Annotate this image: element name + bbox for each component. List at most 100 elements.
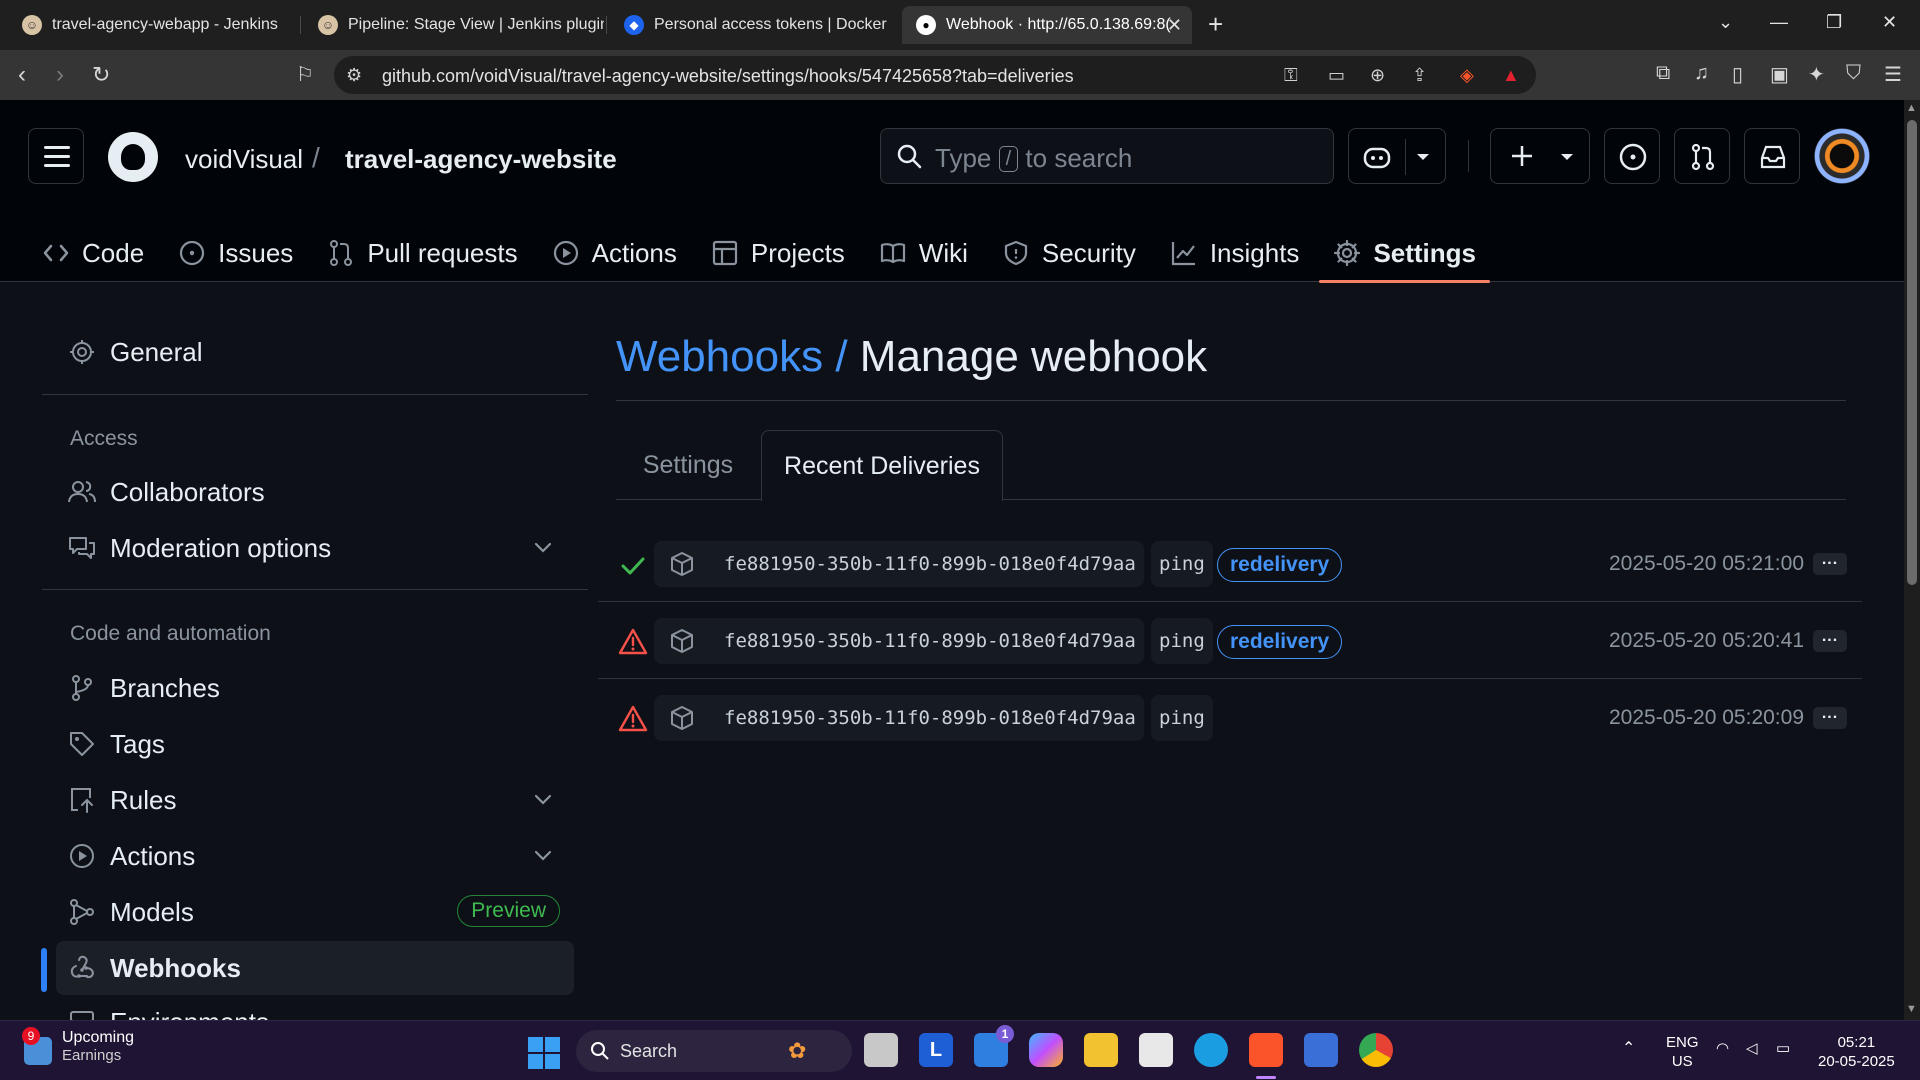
clock[interactable]: 05:21 20-05-2025 <box>1818 1033 1895 1071</box>
webhooks-breadcrumb-link[interactable]: Webhooks <box>616 332 823 381</box>
media-icon[interactable]: ♫ <box>1694 62 1709 85</box>
tab-settings[interactable]: Settings <box>1319 224 1490 283</box>
more-options-button[interactable]: ... <box>1813 706 1847 729</box>
sidebar-item-moderation[interactable]: Moderation options <box>56 521 574 575</box>
share-icon[interactable]: ⇪ <box>1412 65 1427 86</box>
search-icon <box>897 144 922 169</box>
issues-button[interactable] <box>1604 128 1660 184</box>
delivery-guid[interactable]: fe881950-350b-11f0-899b-018e0f4d79aa <box>654 541 1144 587</box>
menu-icon[interactable]: ☰ <box>1884 62 1902 87</box>
delivery-row[interactable]: fe881950-350b-11f0-899b-018e0f4d79aa pin… <box>598 603 1862 679</box>
delivery-row[interactable]: fe881950-350b-11f0-899b-018e0f4d79aa pin… <box>598 526 1862 602</box>
task-view-icon[interactable] <box>864 1033 898 1067</box>
sidebar-item-webhooks[interactable]: Webhooks <box>56 941 574 995</box>
site-info-icon[interactable]: ⚙ <box>346 65 362 86</box>
delivery-row[interactable]: fe881950-350b-11f0-899b-018e0f4d79aa pin… <box>598 680 1862 756</box>
tab-security[interactable]: Security <box>988 224 1150 282</box>
tab-recent-deliveries[interactable]: Recent Deliveries <box>761 430 1003 501</box>
brave-rewards-icon[interactable]: ▲ <box>1502 65 1520 86</box>
browser-tab-webhook[interactable]: ● Webhook · http://65.0.138.69:8( ✕ <box>902 6 1192 44</box>
cast-icon[interactable]: ▭ <box>1328 65 1345 86</box>
inbox-button[interactable] <box>1744 128 1800 184</box>
language-indicator[interactable]: ENG US <box>1666 1033 1699 1071</box>
page-title-text: Manage webhook <box>859 332 1208 381</box>
tab-wiki[interactable]: Wiki <box>865 224 982 282</box>
scroll-down-icon[interactable]: ▼ <box>1906 1003 1917 1015</box>
extensions-icon[interactable]: ⧉ <box>1656 62 1670 85</box>
minimize-icon[interactable]: — <box>1770 12 1788 33</box>
tab-actions[interactable]: Actions <box>538 224 691 282</box>
brave-shield-icon[interactable]: ◈ <box>1460 65 1474 86</box>
tab-pull-requests[interactable]: Pull requests <box>313 224 531 282</box>
volume-icon[interactable]: ◁ <box>1746 1039 1758 1058</box>
restore-icon[interactable]: ❐ <box>1826 12 1842 33</box>
widget-line2: Earnings <box>62 1047 122 1064</box>
github-logo-icon[interactable] <box>108 132 158 182</box>
create-new-button[interactable] <box>1490 128 1590 184</box>
avatar[interactable] <box>1814 128 1870 184</box>
sidebar-item-branches[interactable]: Branches <box>56 661 574 715</box>
brave-icon[interactable] <box>1249 1033 1283 1067</box>
new-tab-icon[interactable]: + <box>1208 10 1223 38</box>
more-options-button[interactable]: ... <box>1813 552 1847 575</box>
sidebar-item-tags[interactable]: Tags <box>56 717 574 771</box>
tab-webhook-settings[interactable]: Settings <box>616 430 760 500</box>
browser-tab-jenkins[interactable]: ☺ travel-agency-webapp - Jenkins <box>8 6 298 44</box>
microsoft-store-icon[interactable] <box>1139 1033 1173 1067</box>
password-key-icon[interactable]: ⚿ <box>1284 65 1298 86</box>
app-l-icon[interactable]: L <box>919 1033 953 1067</box>
more-options-button[interactable]: ... <box>1813 629 1847 652</box>
delivery-guid[interactable]: fe881950-350b-11f0-899b-018e0f4d79aa <box>654 695 1144 741</box>
bookmark-icon[interactable]: ⚐ <box>296 62 314 88</box>
browser-tab-pipeline[interactable]: ☺ Pipeline: Stage View | Jenkins plugin <box>304 6 604 44</box>
taskbar-search[interactable]: Search ✿ <box>576 1030 852 1072</box>
mail-icon[interactable]: 1 <box>974 1025 1014 1067</box>
sidebar-item-general[interactable]: General <box>56 325 574 379</box>
network-app-icon[interactable] <box>1304 1033 1338 1067</box>
windows-start-icon[interactable] <box>528 1037 560 1069</box>
scroll-up-icon[interactable]: ▲ <box>1906 102 1917 114</box>
tab-issues[interactable]: Issues <box>164 224 307 282</box>
search-input[interactable]: Type / to search <box>880 128 1334 184</box>
browser-tab-docker[interactable]: ◆ Personal access tokens | Docker <box>610 6 900 44</box>
forward-icon[interactable]: › <box>56 62 64 88</box>
tab-code[interactable]: Code <box>28 224 158 282</box>
repo-owner-link[interactable]: voidVisual <box>185 144 303 175</box>
copilot-button[interactable] <box>1348 128 1446 184</box>
edge-icon[interactable] <box>1194 1033 1228 1067</box>
vpn-icon[interactable]: ⛉ <box>1846 62 1861 85</box>
repo-name-link[interactable]: travel-agency-website <box>345 144 617 175</box>
sidebar-item-environments[interactable]: Environments <box>56 995 574 1020</box>
sidebar-toggle-icon[interactable]: ▯ <box>1732 62 1743 87</box>
chevron-down-icon[interactable] <box>1415 151 1431 163</box>
tab-search-chevron-icon[interactable]: ⌄ <box>1718 12 1733 33</box>
chrome-icon[interactable] <box>1359 1033 1393 1067</box>
page-scrollbar[interactable]: ▲ ▼ <box>1904 100 1920 1020</box>
pull-requests-button[interactable] <box>1674 128 1730 184</box>
copilot-app-icon[interactable] <box>1029 1033 1063 1067</box>
scrollbar-thumb[interactable] <box>1907 120 1917 585</box>
global-menu-button[interactable] <box>28 128 84 184</box>
check-icon <box>621 557 645 575</box>
back-icon[interactable]: ‹ <box>18 62 26 88</box>
widgets-button[interactable]: 9 Upcoming Earnings <box>22 1027 134 1065</box>
file-explorer-icon[interactable] <box>1084 1033 1118 1067</box>
address-bar[interactable]: ⚙ github.com/voidVisual/travel-agency-we… <box>334 56 1536 94</box>
sidebar-item-actions[interactable]: Actions <box>56 829 574 883</box>
close-window-icon[interactable]: ✕ <box>1882 12 1897 33</box>
sidebar-item-models[interactable]: Models Preview <box>56 885 574 939</box>
battery-icon[interactable]: ▭ <box>1776 1039 1790 1058</box>
tray-overflow-icon[interactable]: ⌃ <box>1622 1039 1635 1058</box>
url-text[interactable]: github.com/voidVisual/travel-agency-webs… <box>382 66 1074 87</box>
close-tab-icon[interactable]: ✕ <box>1167 15 1182 36</box>
sidebar-item-collaborators[interactable]: Collaborators <box>56 465 574 519</box>
delivery-guid[interactable]: fe881950-350b-11f0-899b-018e0f4d79aa <box>654 618 1144 664</box>
reload-icon[interactable]: ↻ <box>92 62 110 88</box>
zoom-icon[interactable]: ⊕ <box>1370 65 1385 86</box>
sidebar-item-rules[interactable]: Rules <box>56 773 574 827</box>
tab-projects[interactable]: Projects <box>697 224 859 282</box>
tab-insights[interactable]: Insights <box>1156 224 1314 282</box>
wifi-icon[interactable]: ◠ <box>1716 1039 1729 1058</box>
leo-ai-icon[interactable]: ✦ <box>1808 62 1825 87</box>
wallet-icon[interactable]: ▣ <box>1770 62 1789 87</box>
